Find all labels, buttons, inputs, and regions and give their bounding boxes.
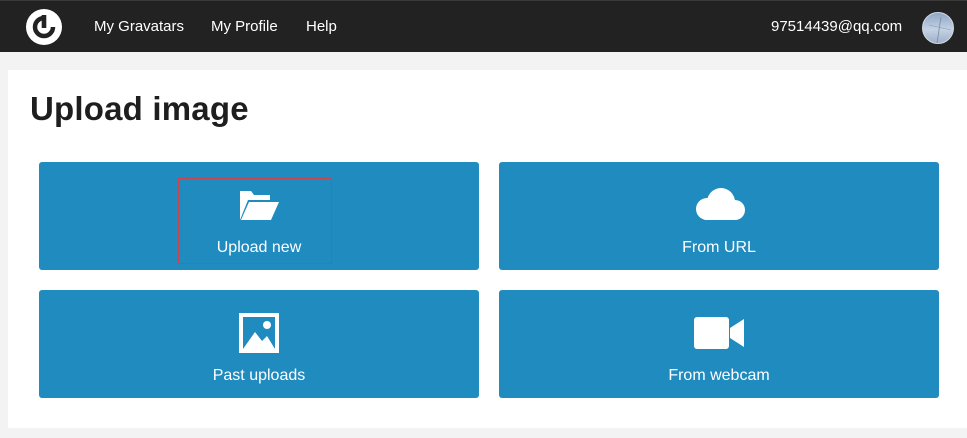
past-uploads-label: Past uploads bbox=[212, 367, 306, 384]
nav-help[interactable]: Help bbox=[306, 18, 337, 36]
user-email[interactable]: 97514439@qq.com bbox=[771, 18, 902, 36]
top-navigation-bar: My Gravatars My Profile Help 97514439@qq… bbox=[0, 0, 967, 52]
nav-my-profile[interactable]: My Profile bbox=[211, 18, 278, 36]
gravatar-logo-icon[interactable] bbox=[26, 9, 62, 45]
folder-open-icon bbox=[229, 184, 289, 226]
from-webcam-button[interactable]: From webcam bbox=[499, 290, 939, 398]
upload-image-panel: Upload image Upload new From URL Past up… bbox=[8, 70, 967, 428]
page-title: Upload image bbox=[30, 90, 249, 127]
avatar[interactable] bbox=[922, 12, 954, 44]
from-url-button[interactable]: From URL bbox=[499, 162, 939, 270]
upload-new-button[interactable]: Upload new bbox=[39, 162, 479, 270]
nav-my-gravatars[interactable]: My Gravatars bbox=[94, 18, 184, 36]
image-icon bbox=[229, 312, 289, 354]
video-camera-icon bbox=[689, 312, 749, 354]
upload-new-label: Upload new bbox=[216, 239, 302, 256]
past-uploads-button[interactable]: Past uploads bbox=[39, 290, 479, 398]
cloud-icon bbox=[689, 184, 749, 226]
from-url-label: From URL bbox=[682, 239, 756, 256]
from-webcam-label: From webcam bbox=[668, 367, 770, 384]
